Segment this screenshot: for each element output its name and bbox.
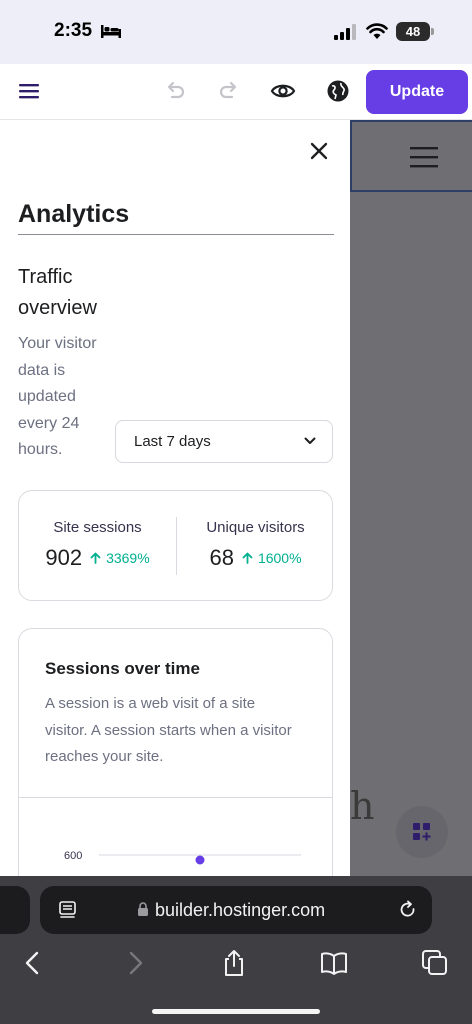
url-text: builder.hostinger.com — [155, 900, 326, 920]
chart-divider — [19, 797, 332, 798]
stat-label: Unique visitors — [206, 519, 305, 536]
battery-cap — [431, 28, 434, 35]
stat-change-value: 1600% — [257, 550, 302, 566]
redo-icon[interactable] — [216, 78, 242, 104]
data-point[interactable] — [195, 855, 205, 865]
stat-change-value: 3369% — [106, 550, 150, 566]
bookmarks-icon[interactable] — [319, 948, 349, 978]
stats-card: Site sessions 902 3369% Unique visitors 6… — [18, 490, 333, 601]
globe-icon[interactable] — [325, 78, 351, 104]
title-divider — [18, 234, 334, 235]
back-icon[interactable] — [18, 948, 48, 978]
share-icon[interactable] — [219, 948, 249, 978]
site-menu-icon — [410, 147, 438, 168]
section-description: Your visitor data is updated every 24 ho… — [18, 335, 97, 458]
tabs-icon[interactable] — [420, 948, 450, 978]
chevron-down-icon — [304, 437, 316, 444]
sessions-chart: 600 — [64, 850, 301, 865]
hamburger-menu-icon[interactable] — [16, 78, 42, 104]
date-range-select[interactable]: Last 7 days — [115, 420, 333, 463]
add-section-button[interactable] — [396, 806, 448, 858]
stat-label: Site sessions — [53, 519, 142, 536]
cellular-signal-icon — [334, 24, 356, 40]
stat-site-sessions: Site sessions 902 3369% — [19, 491, 176, 602]
stat-value: 68 — [209, 545, 234, 570]
sessions-chart-card: Sessions over time A session is a web vi… — [18, 628, 333, 876]
sleep-focus-icon — [101, 25, 121, 38]
update-button[interactable]: Update — [366, 70, 468, 114]
stat-change: 3369% — [90, 550, 150, 566]
home-indicator — [152, 1009, 320, 1014]
wifi-icon — [366, 23, 388, 39]
panel-title: Analytics — [18, 200, 130, 228]
address-bar[interactable]: builder.hostinger.com — [40, 886, 432, 934]
reload-icon[interactable] — [398, 900, 418, 920]
battery-indicator: 48 — [396, 22, 430, 41]
chart-title: Sessions over time — [45, 659, 200, 678]
stat-unique-visitors: Unique visitors 68 1600% — [177, 491, 334, 602]
forward-icon[interactable] — [120, 948, 150, 978]
status-bar: 2:35 48 — [0, 0, 472, 64]
add-grid-icon — [413, 823, 431, 841]
stat-change: 1600% — [242, 550, 302, 566]
status-time: 2:35 — [54, 20, 93, 41]
stat-value: 902 — [45, 545, 83, 570]
date-range-value: Last 7 days — [134, 433, 211, 450]
undo-icon[interactable] — [162, 78, 188, 104]
page-menu-icon[interactable] — [58, 900, 78, 920]
close-icon[interactable] — [306, 138, 332, 164]
lock-icon — [138, 902, 148, 916]
section-title: Traffic overview — [18, 266, 97, 319]
arrow-up-icon — [90, 552, 101, 564]
y-tick-label: 600 — [64, 850, 82, 862]
chart-description: A session is a web visit of a site visit… — [45, 695, 292, 765]
preview-eye-icon[interactable] — [270, 78, 296, 104]
analytics-panel: Analytics Traffic overview Your visitor … — [0, 120, 350, 876]
arrow-up-icon — [242, 552, 253, 564]
site-preview-text: h — [350, 784, 375, 828]
previous-tab-preview[interactable] — [0, 886, 30, 934]
